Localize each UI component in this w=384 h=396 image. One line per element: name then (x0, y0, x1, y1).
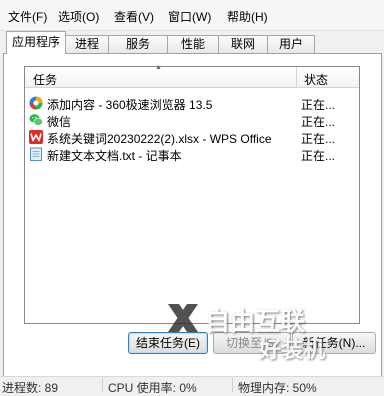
tab-performance[interactable]: 性能 (167, 35, 219, 53)
menu-file[interactable]: 文件(F) (8, 8, 47, 25)
task-name: 新建文本文档.txt - 记事本 (47, 149, 182, 163)
tab-processes[interactable]: 进程 (65, 35, 109, 53)
task-status: 正在... (301, 132, 336, 146)
task-name: 系统关键词20230222(2).xlsx - WPS Office (47, 132, 272, 146)
column-header-status[interactable]: 状态 (304, 71, 328, 88)
menu-view[interactable]: 查看(V) (114, 8, 154, 25)
wps-office-icon (29, 130, 43, 144)
list-header: ▲ 任务 状态 (25, 64, 359, 88)
wechat-icon (29, 114, 43, 126)
menu-help[interactable]: 帮助(H) (227, 8, 268, 25)
physical-memory: 物理内存: 50% (238, 381, 317, 395)
task-name: 微信 (47, 115, 72, 129)
sort-ascending-icon: ▲ (155, 64, 162, 71)
notepad-icon (30, 147, 42, 161)
watermark: 自由互联 好装机 (165, 300, 345, 363)
menu-options[interactable]: 选项(O) (58, 8, 99, 25)
status-separator (232, 378, 233, 392)
tab-strip: 应用程序 进程 服务 性能 联网 用户 (0, 30, 384, 54)
task-status: 正在... (301, 149, 336, 163)
tab-applications[interactable]: 应用程序 (6, 31, 66, 54)
browser-360-icon (29, 96, 43, 110)
task-name: 添加内容 - 360极速浏览器 13.5 (47, 98, 213, 112)
list-item[interactable]: 系统关键词20230222(2).xlsx - WPS Office 正在... (27, 129, 359, 146)
menu-window[interactable]: 窗口(W) (168, 8, 211, 25)
task-status: 正在... (301, 115, 336, 129)
menu-bar: 文件(F) 选项(O) 查看(V) 窗口(W) 帮助(H) (0, 0, 384, 31)
tab-networking[interactable]: 联网 (218, 35, 268, 53)
cpu-usage: CPU 使用率: 0% (108, 381, 197, 395)
status-separator (102, 378, 103, 392)
list-item[interactable]: 微信 正在... (27, 112, 359, 129)
column-header-task[interactable]: 任务 (33, 71, 57, 88)
x-logo-icon (168, 304, 198, 332)
column-divider[interactable] (296, 67, 297, 87)
list-item[interactable]: 新建文本文档.txt - 记事本 正在... (27, 146, 359, 163)
task-status: 正在... (301, 98, 336, 112)
task-list[interactable]: ▲ 任务 状态 添加内容 - 360极速浏览器 13.5 正在... 微信 正在… (24, 64, 360, 324)
watermark-subtext: 好装机 (259, 338, 326, 363)
status-bar: 进程数: 89 CPU 使用率: 0% 物理内存: 50% (0, 376, 384, 395)
tab-services[interactable]: 服务 (108, 35, 168, 53)
process-count: 进程数: 89 (2, 381, 59, 395)
tab-users[interactable]: 用户 (267, 35, 315, 53)
list-item[interactable]: 添加内容 - 360极速浏览器 13.5 正在... (27, 95, 359, 112)
